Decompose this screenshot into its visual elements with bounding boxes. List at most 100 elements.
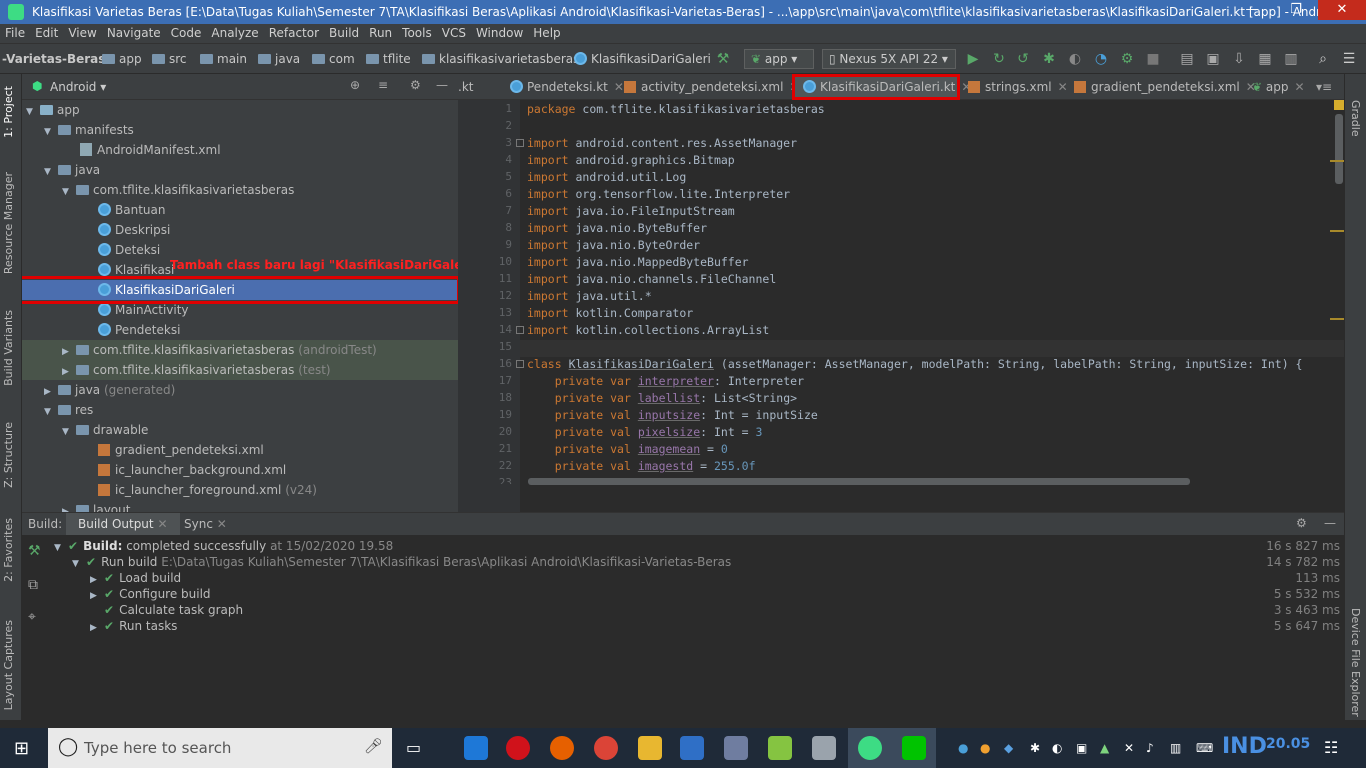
tree-item-launcher-fg-xml[interactable]: ic_launcher_foreground.xml (v24) [22, 480, 458, 500]
firefox-icon[interactable] [550, 736, 574, 760]
pin-icon[interactable]: ⌖ [28, 609, 36, 625]
build-row[interactable]: ▶ ✔ Configure build 5 s 532 ms [90, 586, 1344, 602]
menu-vcs[interactable]: VCS [437, 24, 471, 40]
tray-icon[interactable]: ◆ [1004, 741, 1013, 755]
code-line[interactable]: private var interpreter: Interpreter [527, 374, 804, 388]
project-view-select[interactable]: Android ▾ [50, 80, 106, 94]
tree-item-package-test[interactable]: ▶ com.tflite.klasifikasivarietasberas (te… [22, 360, 458, 380]
opera-icon[interactable] [506, 736, 530, 760]
code-line[interactable]: import org.tensorflow.lite.Interpreter [527, 187, 790, 201]
close-tab-icon[interactable]: ✕ [1294, 80, 1304, 94]
tab-partial[interactable]: .kt [458, 74, 473, 100]
menu-help[interactable]: Help [528, 24, 565, 40]
tree-item-deskripsi[interactable]: Deskripsi [22, 220, 458, 240]
fold-icon[interactable] [516, 139, 524, 147]
build-row[interactable]: ▶ ✔ Run tasks 5 s 647 ms [90, 618, 1344, 634]
tray-icon[interactable]: ● [958, 741, 968, 755]
apply-code-changes-icon[interactable]: ↺ [1014, 50, 1032, 68]
code-line[interactable]: import kotlin.collections.ArrayList [527, 323, 769, 337]
chrome-icon[interactable] [594, 736, 618, 760]
breadcrumb-app[interactable]: app [102, 52, 142, 66]
tree-item-package-android-test[interactable]: ▶ com.tflite.klasifikasivarietasberas (an… [22, 340, 458, 360]
tree-item-pendeteksi[interactable]: Pendeteksi [22, 320, 458, 340]
breadcrumb-project[interactable]: -Varietas-Beras [2, 52, 105, 66]
tab-pendeteksi-kt[interactable]: Pendeteksi.kt ✕ [510, 74, 624, 100]
snipping-tool-icon[interactable] [724, 736, 748, 760]
gradle-tab[interactable]: Gradle [1349, 100, 1362, 137]
windows-start-icon[interactable]: ⊞ [14, 738, 29, 759]
tree-item-java[interactable]: ▼ java [22, 160, 458, 180]
network-icon[interactable]: ▥ [1170, 741, 1181, 755]
tab-build-output[interactable]: Build Output ✕ [66, 513, 180, 535]
language-indicator[interactable]: IND [1222, 734, 1267, 759]
tab-sync[interactable]: Sync ✕ [184, 517, 227, 531]
tree-item-deteksi[interactable]: Deteksi [22, 240, 458, 260]
build-row[interactable]: ▶ ✔ Load build 113 ms [90, 570, 1344, 586]
breadcrumb-com[interactable]: com [312, 52, 355, 66]
menu-navigate[interactable]: Navigate [102, 24, 166, 40]
breadcrumb-tflite[interactable]: tflite [366, 52, 411, 66]
stop-icon[interactable]: ■ [1144, 50, 1162, 68]
tree-item-manifests[interactable]: ▼ manifests [22, 120, 458, 140]
tree-item-launcher-bg-xml[interactable]: ic_launcher_background.xml [22, 460, 458, 480]
volume-icon[interactable]: ♪ [1146, 741, 1154, 755]
run-icon[interactable]: ▶ [964, 50, 982, 68]
code-line[interactable]: private val imagestd = 255.0f [527, 459, 756, 473]
package-app-icon[interactable] [812, 736, 836, 760]
minimize-button[interactable]: — [1230, 0, 1274, 20]
code-line[interactable]: package com.tflite.klasifikasivarietasbe… [527, 102, 825, 116]
menu-run[interactable]: Run [364, 24, 397, 40]
code-line[interactable]: import java.nio.ByteOrder [527, 238, 700, 252]
profile-icon[interactable]: ◔ [1092, 50, 1110, 68]
attach-debugger-icon[interactable]: ⚙ [1118, 50, 1136, 68]
hammer-icon[interactable]: ⚒ [28, 543, 41, 559]
layout-captures-tab[interactable]: Layout Captures [2, 620, 15, 710]
tab-overflow-icon[interactable]: ▾≡ [1316, 74, 1332, 100]
close-tab-icon[interactable]: ✕ [157, 517, 167, 531]
code-line[interactable]: import java.nio.ByteBuffer [527, 221, 707, 235]
structure-tab[interactable]: Z: Structure [2, 422, 15, 488]
menu-window[interactable]: Window [471, 24, 528, 40]
device-manager-icon[interactable]: ▥ [1282, 50, 1300, 68]
run-config-select[interactable]: ❦ app ▾ [744, 49, 814, 69]
media-player-icon[interactable] [680, 736, 704, 760]
favorites-tab[interactable]: 2: Favorites [2, 518, 15, 582]
locate-icon[interactable]: ⊕ [350, 78, 360, 92]
bluetooth-icon[interactable]: ✱ [1030, 741, 1040, 755]
breadcrumb-src[interactable]: src [152, 52, 187, 66]
apply-changes-icon[interactable]: ↻ [990, 50, 1008, 68]
menu-edit[interactable]: Edit [30, 24, 63, 40]
task-view-icon[interactable]: ▭ [406, 738, 421, 757]
line-app-icon[interactable] [892, 728, 936, 768]
menu-refactor[interactable]: Refactor [264, 24, 324, 40]
code-line[interactable]: private val inputsize: Int = inputSize [527, 408, 818, 422]
clock[interactable]: 20.05 [1266, 736, 1310, 752]
menu-view[interactable]: View [63, 24, 101, 40]
notifications-icon[interactable]: ☷ [1324, 738, 1338, 757]
menu-file[interactable]: File [0, 24, 30, 40]
settings-icon[interactable]: ☰ [1340, 50, 1358, 68]
gear-icon[interactable]: ⚙ [410, 78, 421, 92]
tab-strings-xml[interactable]: strings.xml ✕ [968, 74, 1068, 100]
hide-icon[interactable]: — [436, 78, 448, 92]
debug-icon[interactable]: ✱ [1040, 50, 1058, 68]
menu-analyze[interactable]: Analyze [206, 24, 263, 40]
tray-icon[interactable]: ▣ [1076, 741, 1087, 755]
breadcrumb-file[interactable]: KlasifikasiDariGaleri [574, 52, 711, 66]
breadcrumb-java[interactable]: java [258, 52, 300, 66]
collapse-icon[interactable]: ≡ [378, 78, 388, 92]
tree-item-java-generated[interactable]: ▶ java (generated) [22, 380, 458, 400]
edge-icon[interactable] [464, 736, 488, 760]
build-row[interactable]: ▼ ✔ Build: completed successfully at 15/02… [54, 538, 1344, 554]
menu-tools[interactable]: Tools [397, 24, 437, 40]
code-line[interactable]: import java.nio.MappedByteBuffer [527, 255, 749, 269]
tree-item-bantuan[interactable]: Bantuan [22, 200, 458, 220]
file-explorer-icon[interactable] [638, 736, 662, 760]
tree-item-manifest-file[interactable]: AndroidManifest.xml [22, 140, 458, 160]
toggle-view-icon[interactable]: ⧉ [28, 577, 38, 593]
coverage-icon[interactable]: ◐ [1066, 50, 1084, 68]
breadcrumb-main[interactable]: main [200, 52, 247, 66]
avd-manager-icon[interactable]: ▣ [1204, 50, 1222, 68]
gear-icon[interactable]: ⚙ [1296, 516, 1307, 530]
maximize-button[interactable]: ❐ [1274, 0, 1318, 20]
